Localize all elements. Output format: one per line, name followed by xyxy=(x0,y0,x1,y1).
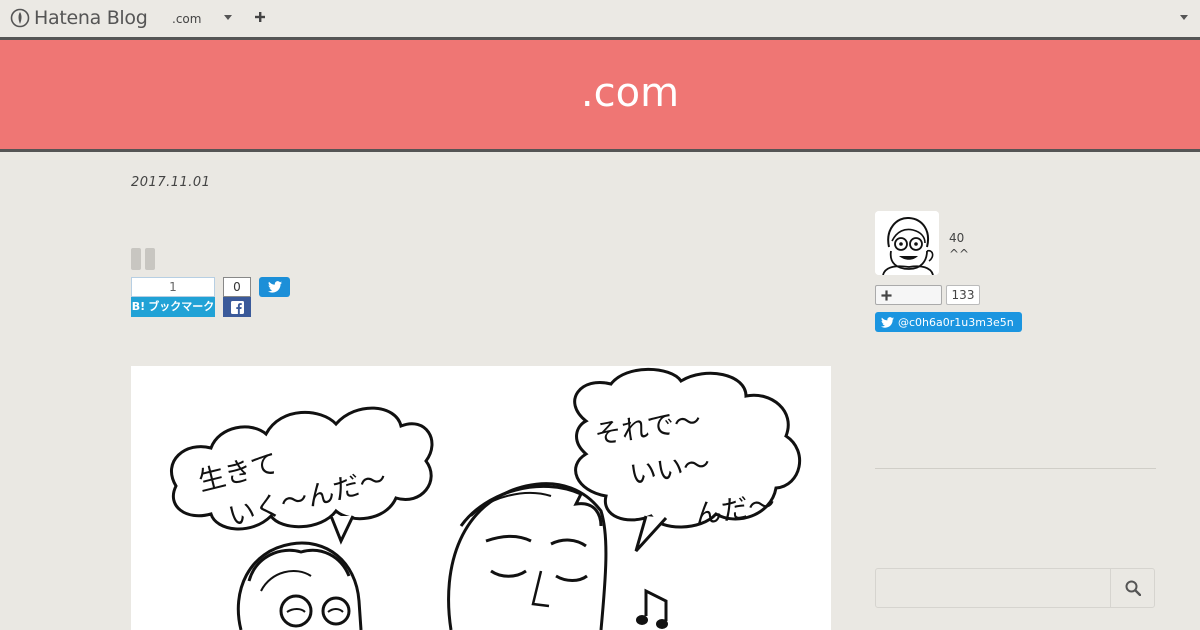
blog-title-banner: .com xyxy=(0,37,1200,152)
follower-count[interactable]: 133 xyxy=(946,285,980,305)
hatena-bookmark-icon: B! xyxy=(131,300,146,313)
plus-icon[interactable] xyxy=(254,11,266,23)
entry-illustration: 生きて いく〜んだ〜 それで〜 いい〜 んだ〜 xyxy=(131,366,831,630)
follow-button[interactable] xyxy=(875,285,942,305)
right-bubble-text-2: いい〜 xyxy=(628,449,713,491)
hatena-bookmark-label: ブックマーク xyxy=(148,300,215,313)
twitter-follow-button[interactable]: @c0h6a0r1u3m3e5n xyxy=(875,312,1022,332)
twitter-handle: @c0h6a0r1u3m3e5n xyxy=(898,315,1014,329)
left-bubble-text-1: 生きて xyxy=(195,448,281,498)
pause-icon xyxy=(131,248,155,270)
manga-illustration-image: 生きて いく〜んだ〜 それで〜 いい〜 んだ〜 xyxy=(169,367,802,630)
facebook-share-count[interactable]: 0 xyxy=(223,277,251,297)
hatena-bookmark-count[interactable]: 1 xyxy=(131,277,215,297)
facebook-icon xyxy=(230,300,244,314)
blog-selector[interactable]: .com xyxy=(172,12,201,26)
profile-description-line2: ^^ xyxy=(949,247,970,261)
chevron-down-icon[interactable] xyxy=(1180,15,1188,21)
entry-date[interactable]: 2017.11.01 xyxy=(131,175,210,190)
right-bubble-text-1: それで〜 xyxy=(593,405,703,451)
blog-title[interactable]: .com xyxy=(0,70,1200,116)
search-input[interactable] xyxy=(876,569,1110,607)
twitter-share-button[interactable] xyxy=(259,277,290,297)
twitter-bird-icon xyxy=(881,316,894,328)
profile-avatar[interactable] xyxy=(875,211,939,275)
hatena-logo-icon xyxy=(10,8,30,28)
search-form xyxy=(875,568,1155,608)
plus-icon xyxy=(881,290,892,301)
twitter-bird-icon xyxy=(267,281,282,293)
right-bubble-text-3: んだ〜 xyxy=(693,489,778,531)
profile-description-line1: 40 xyxy=(949,231,965,245)
sidebar-divider xyxy=(875,468,1156,469)
logo-text: Hatena Blog xyxy=(34,7,148,29)
global-header: Hatena Blog .com xyxy=(0,0,1200,37)
facebook-share-button[interactable] xyxy=(223,297,251,317)
search-button[interactable] xyxy=(1110,569,1155,607)
avatar-image xyxy=(875,211,939,275)
search-icon xyxy=(1125,580,1141,596)
hatena-blog-logo[interactable]: Hatena Blog xyxy=(10,7,148,29)
chevron-down-icon[interactable] xyxy=(224,15,232,21)
hatena-bookmark-button[interactable]: B! ブックマーク xyxy=(131,297,215,317)
